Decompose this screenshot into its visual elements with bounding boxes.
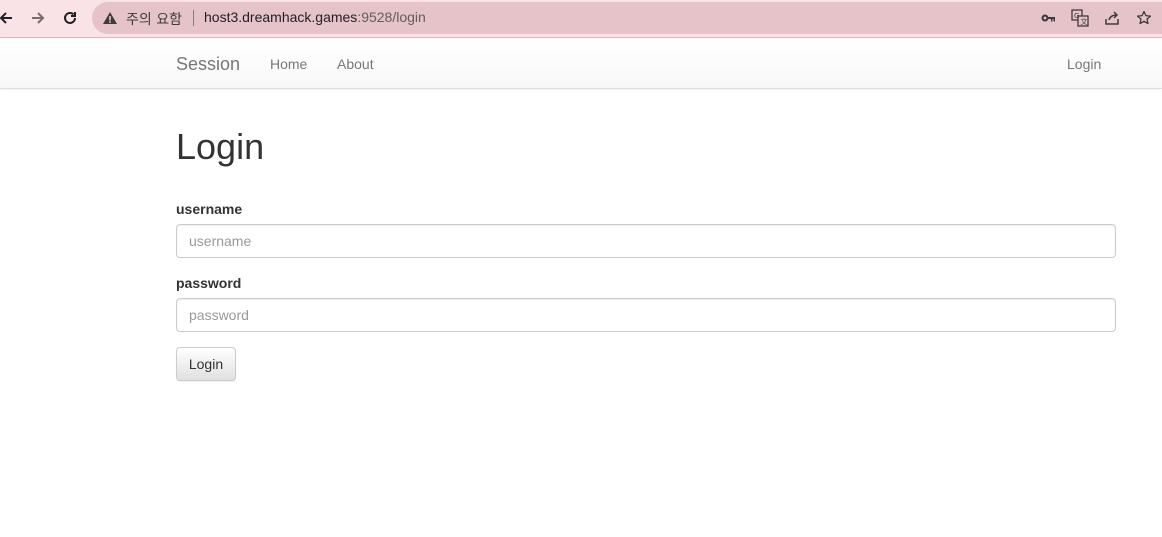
- nav-link-login[interactable]: Login: [1067, 56, 1101, 72]
- back-icon[interactable]: [0, 6, 18, 30]
- url-path: :9528/login: [357, 9, 426, 25]
- share-icon[interactable]: [1102, 8, 1122, 28]
- warning-icon[interactable]: [102, 10, 118, 26]
- login-button[interactable]: Login: [176, 347, 236, 381]
- divider: [193, 10, 194, 26]
- url-host: host3.dreamhack.games: [204, 9, 358, 25]
- bookmark-star-icon[interactable]: [1134, 8, 1154, 28]
- page-title: Login: [176, 126, 265, 167]
- username-label: username: [176, 201, 243, 217]
- svg-text:G: G: [1074, 12, 1079, 20]
- top-navbar: Session Home About Login: [0, 39, 1162, 89]
- key-icon[interactable]: [1038, 8, 1058, 28]
- translate-icon[interactable]: G文: [1070, 8, 1090, 28]
- password-input[interactable]: [176, 298, 1116, 332]
- username-input[interactable]: [176, 224, 1116, 258]
- reload-icon[interactable]: [58, 6, 82, 30]
- browser-toolbar: 주의 요함 host3.dreamhack.games:9528/login G…: [0, 0, 1162, 38]
- nav-link-home[interactable]: Home: [270, 56, 307, 72]
- svg-text:文: 文: [1081, 17, 1088, 26]
- nav-link-about[interactable]: About: [337, 56, 374, 72]
- security-status[interactable]: 주의 요함: [126, 9, 182, 29]
- forward-icon[interactable]: [26, 6, 50, 30]
- password-label: password: [176, 275, 242, 291]
- url-text[interactable]: host3.dreamhack.games:9528/login: [204, 9, 426, 25]
- address-bar[interactable]: 주의 요함 host3.dreamhack.games:9528/login G…: [92, 2, 1162, 34]
- navbar-brand[interactable]: Session: [176, 54, 240, 75]
